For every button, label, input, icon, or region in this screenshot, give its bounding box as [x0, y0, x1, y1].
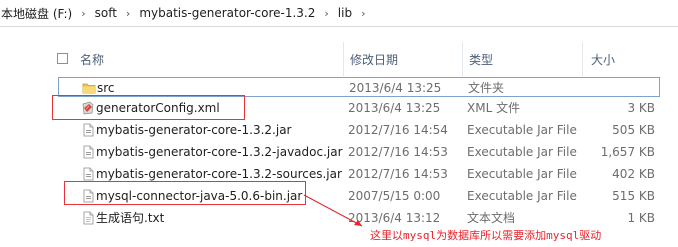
file-date: 2012/7/16 14:53 — [348, 145, 448, 159]
jar-file-icon — [83, 145, 94, 159]
column-header-size[interactable]: 大小 — [582, 42, 662, 76]
folder-icon — [82, 83, 96, 94]
column-header-size-label: 大小 — [591, 52, 616, 67]
file-row-src[interactable]: src 2013/6/4 13:25 文件夹 — [58, 77, 660, 97]
highlight-box-generatorconfig — [52, 95, 245, 120]
file-size: 1,657 KB — [600, 145, 655, 159]
breadcrumb-separator-icon[interactable]: › — [120, 0, 136, 26]
file-type: Executable Jar File — [467, 123, 577, 137]
column-header: 名称 修改日期 类型 大小 — [0, 42, 678, 76]
column-header-date-label: 修改日期 — [350, 52, 399, 67]
file-name: 生成语句.txt — [96, 211, 165, 225]
annotation-note: 这里以mysql为数据库所以需要添加mysql驱动 — [370, 229, 602, 242]
jar-file-icon — [83, 123, 94, 137]
column-header-type[interactable]: 类型 — [462, 42, 582, 76]
column-header-date[interactable]: 修改日期 — [343, 42, 462, 76]
breadcrumb-separator-icon[interactable]: › — [355, 0, 371, 26]
breadcrumb-separator-icon[interactable]: › — [75, 0, 91, 26]
file-date: 2012/7/16 14:54 — [348, 123, 448, 137]
file-type: Executable Jar File — [467, 145, 577, 159]
column-header-name[interactable]: 名称 — [80, 42, 344, 76]
file-date: 2013/6/4 13:25 — [349, 81, 442, 95]
annotation-arrow-icon — [303, 194, 363, 227]
breadcrumb-separator-icon[interactable]: › — [318, 0, 334, 26]
column-header-type-label: 类型 — [469, 52, 494, 67]
text-file-icon — [83, 211, 94, 225]
breadcrumb-lib[interactable]: lib — [335, 0, 355, 26]
file-name: mybatis-generator-core-1.3.2.jar — [96, 123, 292, 137]
jar-file-icon — [83, 167, 94, 181]
file-type: XML 文件 — [467, 101, 521, 115]
file-size: 1 KB — [627, 211, 655, 225]
breadcrumb-mybatis-folder[interactable]: mybatis-generator-core-1.3.2 — [136, 0, 318, 26]
file-row-mybatis-javadoc-jar[interactable]: mybatis-generator-core-1.3.2-javadoc.jar… — [58, 142, 660, 162]
highlight-box-mysql-connector — [64, 181, 306, 205]
breadcrumb-drive[interactable]: 本地磁盘 (F:) — [0, 0, 75, 26]
file-date: 2013/6/4 13:25 — [348, 101, 441, 115]
breadcrumb-soft[interactable]: soft — [92, 0, 120, 26]
file-size: 402 KB — [612, 167, 655, 181]
file-date: 2012/7/16 14:53 — [348, 167, 448, 181]
file-type: Executable Jar File — [467, 167, 577, 181]
file-type: 文件夹 — [468, 81, 505, 95]
file-type: 文本文档 — [467, 211, 516, 225]
file-name: mybatis-generator-core-1.3.2-javadoc.jar — [96, 145, 343, 159]
file-size: 505 KB — [612, 123, 655, 137]
column-header-name-label: 名称 — [80, 52, 105, 67]
file-row-mybatis-jar[interactable]: mybatis-generator-core-1.3.2.jar 2012/7/… — [58, 120, 660, 140]
file-size: 3 KB — [627, 101, 655, 115]
select-all-checkbox[interactable] — [57, 53, 68, 64]
file-size: 515 KB — [612, 189, 655, 203]
file-type: Executable Jar File — [467, 189, 577, 203]
address-bar[interactable]: 本地磁盘 (F:) › soft › mybatis-generator-cor… — [0, 0, 678, 27]
